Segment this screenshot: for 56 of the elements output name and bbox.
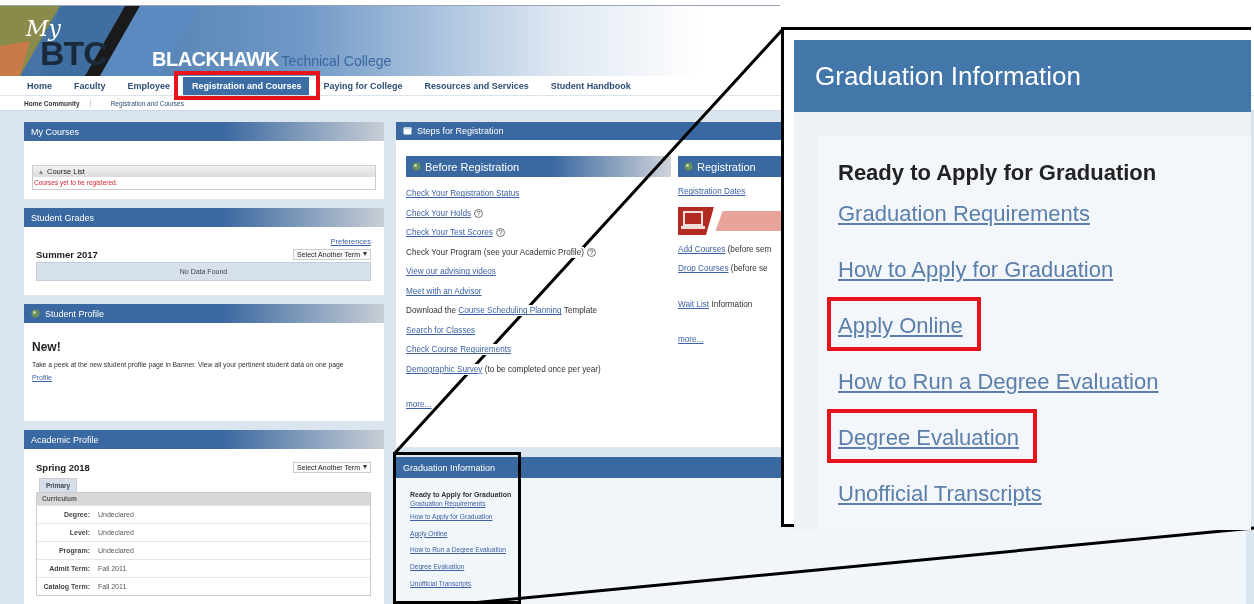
bullet-icon (31, 309, 40, 318)
panel-title: Academic Profile (31, 434, 99, 445)
step-link[interactable]: Search for Classes (406, 325, 476, 335)
term-heading: Spring 2018 (36, 461, 90, 473)
help-icon (474, 208, 484, 218)
step-link[interactable]: View our advising videos (406, 267, 496, 277)
panel-title: Student Grades (31, 212, 95, 223)
panel-title: Student Profile (45, 308, 105, 319)
step-link[interactable]: Add Courses (678, 244, 726, 254)
step-link[interactable]: Registration Dates (678, 187, 746, 197)
graduation-link[interactable]: How to Apply for Graduation (838, 257, 1114, 283)
help-icon (586, 247, 596, 257)
step-link[interactable]: more... (406, 400, 432, 410)
step-link[interactable]: Wait List (678, 299, 710, 309)
window-icon (403, 127, 412, 135)
nav-tab[interactable]: Employee (118, 76, 178, 95)
caret-icon (363, 465, 367, 469)
step-link[interactable]: Drop Courses (678, 264, 729, 274)
nav-tab[interactable]: Registration and Courses (183, 76, 309, 95)
step-link[interactable]: Check Your Holds (406, 208, 472, 218)
profile-heading: New! (32, 340, 62, 354)
callout-title: Graduation Information (794, 40, 1251, 112)
step-link[interactable]: Check Course Requirements (406, 345, 512, 355)
step-link[interactable]: Meet with an Advisor (406, 286, 482, 296)
graduation-link[interactable]: Degree Evaluation (838, 425, 1019, 451)
nav-tab[interactable]: Student Handbook (541, 76, 638, 95)
college-name: BLACKHAWK (152, 48, 279, 71)
nav-tab[interactable]: Paying for College (314, 76, 410, 95)
term-heading: Summer 2017 (36, 248, 98, 260)
step-link[interactable]: more... (678, 335, 704, 345)
nav-tab[interactable]: Faculty (65, 76, 113, 95)
bullet-icon (412, 162, 421, 171)
bullet-icon (684, 162, 693, 171)
step-text: Wait List Information (678, 298, 753, 310)
panel-title: Steps for Registration (417, 126, 504, 136)
nav-tab[interactable]: Home (18, 76, 59, 95)
step-text: Add Courses (before sem (678, 243, 772, 255)
panel-title: Graduation Information (403, 462, 496, 473)
graduation-link[interactable]: Graduation Requirements (838, 201, 1090, 227)
graduation-link[interactable]: Unofficial Transcripts (838, 481, 1042, 507)
graduation-link[interactable]: Apply Online (838, 313, 963, 339)
help-icon (495, 228, 505, 238)
step-link[interactable]: Check Your Test Scores (406, 228, 493, 238)
college-subtitle: Technical College (281, 53, 392, 69)
caret-icon (363, 252, 367, 256)
step-link[interactable]: Course Scheduling Planning (458, 306, 562, 316)
step-text: Drop Courses (before se (678, 263, 768, 275)
section-header: Before Registration (406, 156, 671, 177)
step-text: Demographic Survey (to be completed once per year) (406, 363, 601, 375)
step-text: Check Your Program (see your Academic Profile) (406, 246, 584, 258)
panel-title: My Courses (31, 126, 79, 137)
nav-tab[interactable]: Resources and Services (415, 76, 536, 95)
step-link[interactable]: Demographic Survey (406, 364, 483, 374)
step-link[interactable]: Check Your Registration Status (406, 189, 520, 199)
step-text: Download the Course Scheduling Planning Template (406, 305, 598, 317)
graduation-link[interactable]: How to Run a Degree Evaluation (838, 369, 1159, 395)
